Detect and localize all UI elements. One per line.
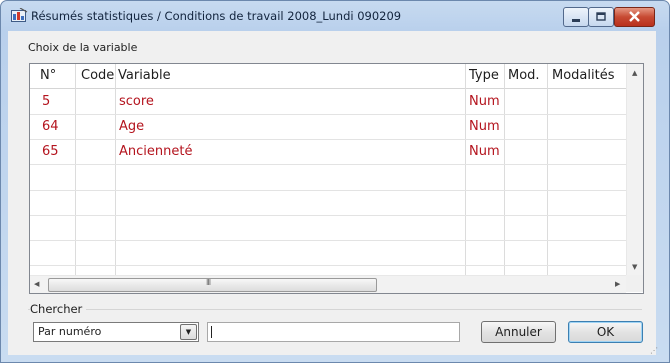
- column-header-variable[interactable]: Variable: [118, 64, 171, 88]
- window-title: Résumés statistiques / Conditions de tra…: [31, 9, 402, 23]
- scroll-left-icon[interactable]: ◀: [34, 279, 39, 289]
- column-divider: [75, 64, 76, 275]
- scroll-right-icon[interactable]: ▶: [615, 279, 620, 289]
- row-number: 65: [42, 144, 59, 159]
- horizontal-scrollbar[interactable]: ◀ III ▶: [30, 275, 626, 293]
- row-divider: [30, 240, 626, 241]
- minimize-icon: [572, 19, 580, 22]
- row-type: Num: [469, 94, 500, 109]
- column-header-code[interactable]: Code: [81, 64, 114, 88]
- title-bar[interactable]: Résumés statistiques / Conditions de tra…: [1, 1, 669, 31]
- row-type: Num: [469, 119, 500, 134]
- text-caret: [211, 326, 212, 338]
- row-variable: Age: [119, 119, 145, 134]
- maximize-icon: [596, 12, 606, 21]
- row-divider: [30, 215, 626, 216]
- search-mode-dropdown[interactable]: Par numéro ▼: [33, 322, 199, 342]
- column-header-type[interactable]: Type: [469, 64, 499, 88]
- column-header-mod[interactable]: Mod.: [508, 64, 540, 88]
- horizontal-scroll-thumb[interactable]: III: [48, 278, 377, 292]
- app-icon: [11, 8, 28, 22]
- scroll-up-icon[interactable]: ▲: [632, 68, 637, 78]
- grid-header: N° Code Variable Type Mod. Modalités: [30, 64, 626, 89]
- row-divider: [30, 190, 626, 191]
- scrollbar-corner: [626, 275, 643, 292]
- row-number: 64: [42, 119, 59, 134]
- search-group-label: Chercher: [30, 302, 87, 316]
- variable-grid[interactable]: N° Code Variable Type Mod. Modalités 5 s…: [29, 63, 644, 294]
- ok-button[interactable]: OK: [568, 321, 643, 343]
- close-button[interactable]: [614, 7, 655, 27]
- search-mode-value: Par numéro: [38, 325, 102, 338]
- minimize-button[interactable]: [563, 7, 589, 27]
- cancel-button[interactable]: Annuler: [481, 321, 556, 343]
- chevron-down-icon[interactable]: ▼: [180, 324, 197, 340]
- column-divider: [547, 64, 548, 275]
- scroll-grip-icon: III: [206, 278, 211, 287]
- maximize-button[interactable]: [588, 7, 614, 27]
- row-number: 5: [42, 94, 51, 109]
- scroll-down-icon[interactable]: ▼: [632, 262, 637, 272]
- resize-grip-icon[interactable]: ⋰: [650, 346, 658, 355]
- column-header-number[interactable]: N°: [40, 64, 56, 88]
- variable-section-label: Choix de la variable: [28, 41, 138, 54]
- row-type: Num: [469, 144, 500, 159]
- row-divider: [30, 164, 626, 165]
- column-divider: [465, 64, 466, 275]
- row-divider: [30, 265, 626, 266]
- column-divider: [504, 64, 505, 275]
- row-variable: Ancienneté: [119, 144, 193, 159]
- close-icon: [629, 11, 640, 22]
- row-variable: score: [119, 94, 154, 109]
- column-divider: [115, 64, 116, 275]
- search-input[interactable]: [207, 322, 460, 342]
- vertical-scrollbar[interactable]: ▲ ▼: [626, 64, 643, 275]
- column-header-modalites[interactable]: Modalités: [552, 64, 614, 88]
